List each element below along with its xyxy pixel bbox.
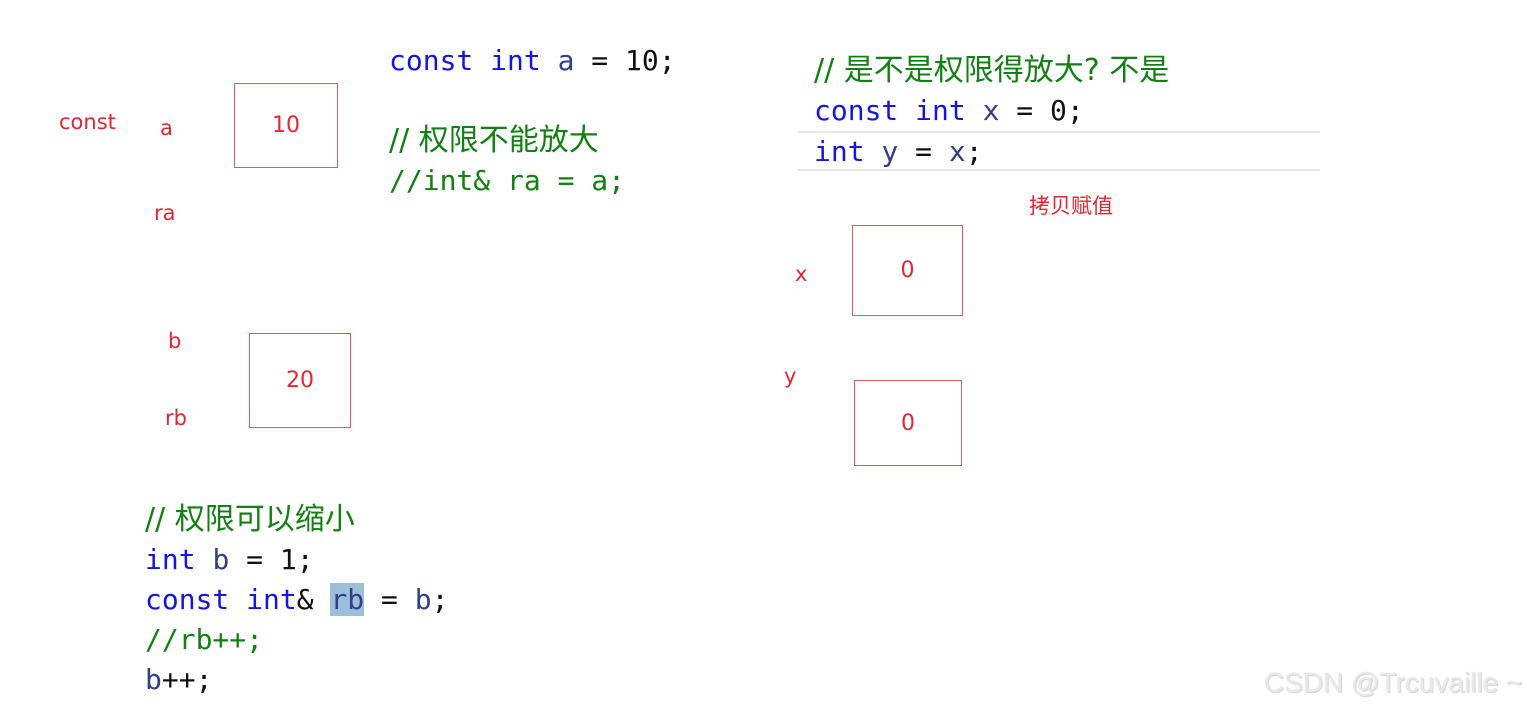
identifier-b: b xyxy=(145,663,162,696)
memory-box-y: 0 xyxy=(854,380,962,466)
const-label: const xyxy=(59,110,116,134)
equals-sign: = xyxy=(364,583,415,616)
comment-text: // 权限不能放大 xyxy=(389,123,599,158)
code-line-b-increment: b++; xyxy=(145,660,212,700)
keyword-int: int xyxy=(814,135,865,168)
commented-code-rb-increment: //rb++; xyxy=(145,623,264,656)
memory-box-a: 10 xyxy=(234,83,338,168)
keyword-const: const xyxy=(814,94,899,127)
keyword-const: const xyxy=(145,583,230,616)
assignment-rest: = 0; xyxy=(999,94,1084,127)
memory-box-b-value: 20 xyxy=(286,368,314,393)
keyword-int: int xyxy=(490,44,541,77)
identifier-y: y xyxy=(881,135,899,168)
code-line-int-b: int b = 1; xyxy=(145,540,314,580)
code-line-int-y: int y = x; xyxy=(814,132,983,172)
ref-ra-label: ra xyxy=(154,201,176,225)
code-line-const-int-a: const int a = 10; xyxy=(389,41,676,81)
reference-ampersand: & xyxy=(296,583,331,616)
memory-box-x-value: 0 xyxy=(900,258,915,283)
semicolon: ; xyxy=(965,135,983,168)
selected-identifier-rb[interactable]: rb xyxy=(330,583,365,616)
commented-code-int-ref-ra: //int& ra = a; xyxy=(389,164,626,197)
identifier-b: b xyxy=(414,583,432,616)
assignment-rest: = 10; xyxy=(574,44,676,77)
comment-can-shrink: // 权限可以缩小 xyxy=(145,500,355,540)
memory-box-y-value: 0 xyxy=(901,410,915,436)
identifier-b: b xyxy=(212,543,230,576)
comment-no-enlarge: // 权限不能放大 xyxy=(389,121,599,161)
increment-rest: ++; xyxy=(161,663,213,696)
memory-box-x: 0 xyxy=(852,225,963,316)
var-x-label: x xyxy=(795,262,808,286)
ref-rb-label: rb xyxy=(165,406,187,430)
var-b-label: b xyxy=(168,329,182,353)
var-a-label: a xyxy=(160,116,173,140)
semicolon: ; xyxy=(431,583,449,616)
code-line-const-ref-rb: const int& rb = b; xyxy=(145,580,448,620)
keyword-int: int xyxy=(246,583,297,616)
keyword-int: int xyxy=(145,543,196,576)
watermark: CSDN @Trcuvaille ~ xyxy=(1264,667,1523,698)
identifier-x: x xyxy=(982,94,1000,127)
copy-assign-caption: 拷贝赋值 xyxy=(1029,194,1113,218)
comment-text: // 是不是权限得放大? 不是 xyxy=(814,53,1170,88)
assignment-rest: = 1; xyxy=(229,543,314,576)
memory-box-b: 20 xyxy=(249,333,351,428)
comment-is-enlarge: // 是不是权限得放大? 不是 xyxy=(814,51,1169,91)
identifier-a: a xyxy=(557,44,575,77)
keyword-const: const xyxy=(389,44,474,77)
line-separator xyxy=(798,169,1320,171)
var-y-label: y xyxy=(784,364,797,388)
comment-text: // 权限可以缩小 xyxy=(145,502,355,537)
keyword-int: int xyxy=(915,94,966,127)
code-line-const-int-x: const int x = 0; xyxy=(814,91,1084,131)
identifier-x: x xyxy=(948,135,966,168)
memory-box-a-value: 10 xyxy=(272,113,300,138)
equals-sign: = xyxy=(898,135,949,168)
